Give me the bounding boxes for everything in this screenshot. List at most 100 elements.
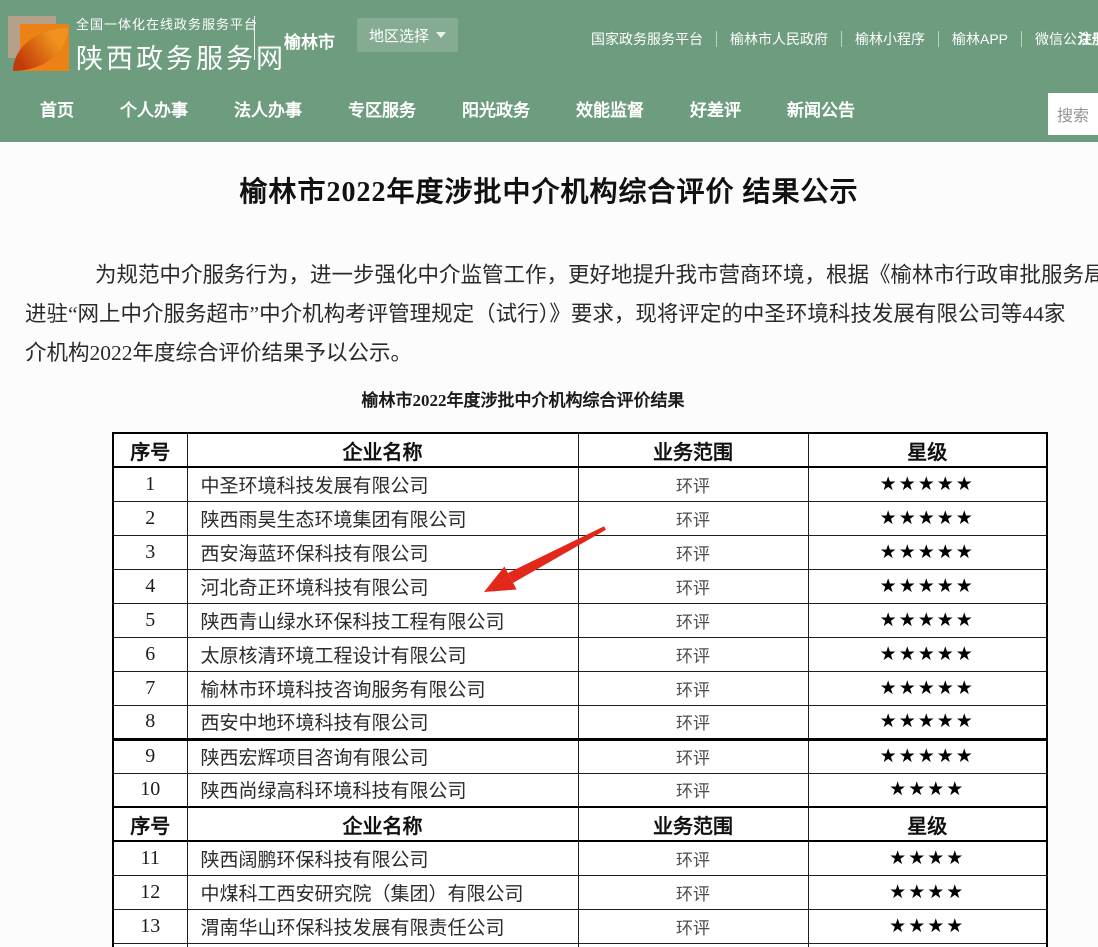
page: { "header": { "platform_label": "全国一体化在线… (0, 0, 1098, 947)
company-name-cell: 河北奇正环境科技有限公司 (187, 569, 578, 603)
page-title: 榆林市2022年度涉批中介机构综合评价 结果公示 (0, 170, 1098, 210)
table-row-partial (113, 943, 1047, 947)
nav-item[interactable]: 新闻公告 (787, 96, 855, 121)
table-row: 11陕西阔鹏环保科技有限公司环评★★★★ (113, 841, 1047, 875)
table-row: 8西安中地环境科技有限公司环评★★★★★ (113, 705, 1047, 739)
header-link[interactable]: 国家政务服务平台 (578, 29, 716, 49)
table-row: 4河北奇正环境科技有限公司环评★★★★★ (113, 569, 1047, 603)
header-links: 国家政务服务平台榆林市人民政府榆林小程序榆林APP微信公众号 (578, 29, 1098, 49)
company-name-cell: 陕西阔鹏环保科技有限公司 (187, 841, 578, 875)
paragraph-line: 介机构2022年度综合评价结果予以公示。 (25, 334, 1098, 373)
brand-divider (254, 16, 255, 60)
row-number-cell: 5 (113, 603, 187, 637)
search-placeholder: 搜索 (1057, 102, 1089, 126)
evaluation-table: 序号企业名称业务范围星级1中圣环境科技发展有限公司环评★★★★★2陕西雨昊生态环… (112, 432, 1048, 947)
empty-cell (808, 943, 1047, 947)
table-row: 7榆林市环境科技咨询服务有限公司环评★★★★★ (113, 671, 1047, 705)
business-scope-cell: 环评 (578, 637, 808, 671)
table-row: 13渭南华山环保科技发展有限责任公司环评★★★★ (113, 909, 1047, 943)
company-name-cell: 陕西宏辉项目咨询有限公司 (187, 739, 578, 773)
company-name-cell: 西安海蓝环保科技有限公司 (187, 535, 578, 569)
star-rating-cell: ★★★★★ (808, 637, 1047, 671)
empty-cell (113, 943, 187, 947)
nav-item[interactable]: 首页 (40, 96, 74, 121)
business-scope-cell: 环评 (578, 841, 808, 875)
header-link[interactable]: 榆林市人民政府 (717, 29, 841, 49)
business-scope-cell: 环评 (578, 535, 808, 569)
table-row: 12中煤科工西安研究院（集团）有限公司环评★★★★ (113, 875, 1047, 909)
paragraph-line: 为规范中介服务行为，进一步强化中介监管工作，更好地提升我市营商环境，根据《榆林市… (25, 256, 1098, 295)
column-header: 序号 (113, 807, 187, 841)
row-number-cell: 9 (113, 739, 187, 773)
row-number-cell: 1 (113, 467, 187, 501)
region-select-label: 地区选择 (369, 25, 429, 46)
company-name-cell: 太原核清环境工程设计有限公司 (187, 637, 578, 671)
company-name-cell: 西安中地环境科技有限公司 (187, 705, 578, 739)
table-row: 2陕西雨昊生态环境集团有限公司环评★★★★★ (113, 501, 1047, 535)
business-scope-cell: 环评 (578, 467, 808, 501)
star-rating-cell: ★★★★★ (808, 569, 1047, 603)
column-header: 业务范围 (578, 433, 808, 467)
nav-item[interactable]: 阳光政务 (462, 96, 530, 121)
star-rating-cell: ★★★★★ (808, 603, 1047, 637)
nav-item[interactable]: 个人办事 (120, 96, 188, 121)
row-number-cell: 7 (113, 671, 187, 705)
row-number-cell: 2 (113, 501, 187, 535)
row-number-cell: 12 (113, 875, 187, 909)
star-rating-cell: ★★★★★ (808, 705, 1047, 739)
empty-cell (187, 943, 578, 947)
star-rating-cell: ★★★★★ (808, 467, 1047, 501)
row-number-cell: 10 (113, 773, 187, 807)
business-scope-cell: 环评 (578, 773, 808, 807)
business-scope-cell: 环评 (578, 569, 808, 603)
company-name-cell: 陕西青山绿水环保科技工程有限公司 (187, 603, 578, 637)
chevron-down-icon (436, 32, 446, 38)
star-rating-cell: ★★★★ (808, 875, 1047, 909)
row-number-cell: 8 (113, 705, 187, 739)
business-scope-cell: 环评 (578, 501, 808, 535)
business-scope-cell: 环评 (578, 671, 808, 705)
star-rating-cell: ★★★★ (808, 773, 1047, 807)
business-scope-cell: 环评 (578, 705, 808, 739)
star-rating-cell: ★★★★ (808, 909, 1047, 943)
column-header: 序号 (113, 433, 187, 467)
nav-item[interactable]: 效能监督 (576, 96, 644, 121)
column-header: 业务范围 (578, 807, 808, 841)
table-header-row: 序号企业名称业务范围星级 (113, 807, 1047, 841)
table-row: 1中圣环境科技发展有限公司环评★★★★★ (113, 467, 1047, 501)
table-caption: 榆林市2022年度涉批中介机构综合评价结果 (0, 386, 1046, 411)
business-scope-cell: 环评 (578, 875, 808, 909)
column-header: 星级 (808, 433, 1047, 467)
search-input[interactable]: 搜索 (1048, 93, 1098, 135)
register-link[interactable]: 注册 (1078, 29, 1098, 49)
nav-item[interactable]: 法人办事 (234, 96, 302, 121)
business-scope-cell: 环评 (578, 603, 808, 637)
paragraph-line: 进驻“网上中介服务超市”中介机构考评管理规定（试行）》要求，现将评定的中圣环境科… (25, 295, 1098, 334)
company-name-cell: 榆林市环境科技咨询服务有限公司 (187, 671, 578, 705)
table-row: 10陕西尚绿高科环境科技有限公司环评★★★★ (113, 773, 1047, 807)
star-rating-cell: ★★★★★ (808, 501, 1047, 535)
company-name-cell: 中圣环境科技发展有限公司 (187, 467, 578, 501)
document-content: 榆林市2022年度涉批中介机构综合评价 结果公示 为规范中介服务行为，进一步强化… (0, 142, 1098, 947)
row-number-cell: 3 (113, 535, 187, 569)
star-rating-cell: ★★★★ (808, 841, 1047, 875)
table-header-row: 序号企业名称业务范围星级 (113, 433, 1047, 467)
header-link[interactable]: 榆林小程序 (842, 29, 938, 49)
column-header: 企业名称 (187, 807, 578, 841)
company-name-cell: 陕西雨昊生态环境集团有限公司 (187, 501, 578, 535)
column-header: 企业名称 (187, 433, 578, 467)
header-link[interactable]: 榆林APP (939, 29, 1021, 49)
column-header: 星级 (808, 807, 1047, 841)
region-select-button[interactable]: 地区选择 (357, 18, 458, 52)
empty-cell (578, 943, 808, 947)
star-rating-cell: ★★★★★ (808, 671, 1047, 705)
nav-item[interactable]: 好差评 (690, 96, 741, 121)
table-row: 5陕西青山绿水环保科技工程有限公司环评★★★★★ (113, 603, 1047, 637)
star-rating-cell: ★★★★★ (808, 739, 1047, 773)
table-row: 6太原核清环境工程设计有限公司环评★★★★★ (113, 637, 1047, 671)
table-row: 3西安海蓝环保科技有限公司环评★★★★★ (113, 535, 1047, 569)
nav-item[interactable]: 专区服务 (348, 96, 416, 121)
current-city-label: 榆林市 (284, 28, 335, 53)
masthead: 全国一体化在线政务服务平台 陕西政务服务网 榆林市 地区选择 国家政务服务平台榆… (0, 0, 1098, 142)
site-logo-icon (6, 8, 86, 84)
